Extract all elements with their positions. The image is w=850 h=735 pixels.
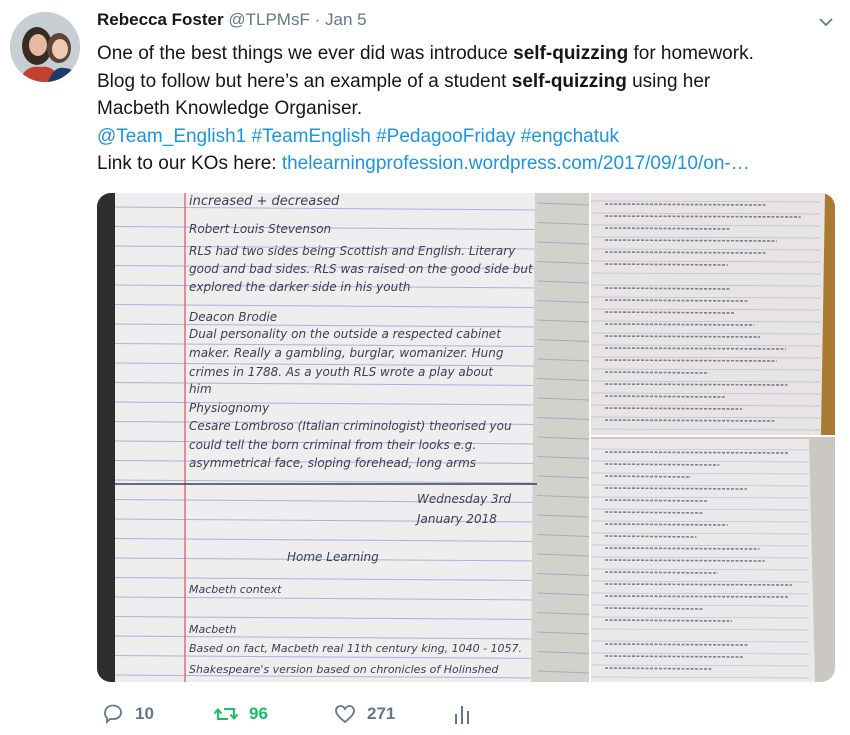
text-run: using her: [626, 70, 711, 92]
like-count: 271: [367, 704, 396, 723]
handwriting-stroke: [604, 655, 744, 658]
handwritten-line: Cesare Lombroso (Italian criminologist) …: [189, 419, 512, 433]
handwritten-line: maker. Really a gambling, burglar, woman…: [189, 346, 504, 360]
link-url[interactable]: thelearningprofession.wordpress.com/2017…: [282, 153, 750, 174]
handwritten-line: Based on fact, Macbeth real 11th century…: [189, 642, 522, 655]
handwritten-line: Physiognomy: [189, 401, 270, 415]
handwritten-line: Deacon Brodie: [189, 310, 277, 324]
handwritten-line: Robert Louis Stevenson: [189, 222, 331, 236]
top-right-photo[interactable]: [590, 193, 835, 435]
handwritten-line: him: [189, 382, 212, 396]
bold-text-run: self-quizzing: [513, 43, 629, 64]
handwritten-line: Wednesday 3rd: [417, 492, 512, 506]
bottom-right-photo[interactable]: [590, 437, 835, 682]
handwriting-stroke: [604, 451, 789, 454]
handwritten-line: RLS had two sides being Scottish and Eng…: [189, 244, 516, 258]
handwritten-line: Macbeth: [189, 623, 236, 636]
handwritten-line: Macbeth context: [189, 583, 282, 596]
handwritten-line: January 2018: [415, 512, 497, 526]
avatar[interactable]: [10, 12, 80, 82]
handwritten-line: increased + decreased: [189, 194, 340, 209]
tweet-date[interactable]: Jan 5: [325, 10, 367, 29]
tweet-text: One of the best things we ever did was i…: [97, 40, 832, 178]
hashtags-line[interactable]: @Team_English1 #TeamEnglish #PedagooFrid…: [97, 123, 832, 151]
handwriting-stroke: [604, 347, 787, 350]
handwriting-stroke: [604, 535, 697, 538]
like-button[interactable]: 271: [333, 702, 395, 726]
handwritten-line: Shakespeare's version based on chronicle…: [189, 663, 499, 676]
handwriting-stroke: [604, 335, 761, 338]
main-photo[interactable]: increased + decreased Robert Louis Steven…: [97, 193, 590, 682]
avatar-photo: [10, 12, 80, 82]
handwriting-stroke: [604, 311, 735, 314]
handwriting-stroke: [604, 499, 709, 502]
handwriting-stroke: [604, 371, 709, 374]
tweet-header: Rebecca Foster @TLPMsF · Jan 5: [97, 10, 367, 30]
retweet-count: 96: [249, 704, 268, 723]
tweet-media[interactable]: increased + decreased Robert Louis Steven…: [97, 193, 835, 682]
handwritten-line: asymmetrical face, sloping forehead, lon…: [189, 456, 476, 470]
handwriting-stroke: [604, 523, 728, 526]
handwritten-line: good and bad sides. RLS was raised on th…: [189, 262, 534, 276]
reply-button[interactable]: 10: [101, 702, 154, 726]
tweet-line-3: Macbeth Knowledge Organiser.: [97, 98, 363, 119]
handwritten-line: Dual personality on the outside a respec…: [189, 327, 502, 341]
bold-text-run: self-quizzing: [511, 70, 627, 92]
handwritten-line: could tell the born criminal from their …: [189, 438, 476, 452]
handwriting-stroke: [604, 547, 760, 550]
heart-icon: [335, 705, 355, 724]
chevron-down-icon[interactable]: [818, 14, 834, 35]
analytics-icon: [455, 706, 469, 724]
author-name[interactable]: Rebecca Foster: [97, 10, 224, 29]
text-run: Link to our KOs here:: [97, 153, 282, 174]
handwritten-line: crimes in 1788. As a youth RLS wrote a p…: [189, 365, 494, 379]
text-run: Blog to follow but here’s an example of …: [97, 70, 512, 92]
tweet-line-2: Blog to follow but here’s an example of …: [97, 68, 832, 96]
analytics-button[interactable]: [453, 702, 473, 726]
tweet-line-1: One of the best things we ever did was i…: [97, 40, 832, 68]
retweet-button[interactable]: 96: [213, 702, 268, 726]
reply-icon: [104, 704, 122, 725]
media-photos: increased + decreased Robert Louis Steven…: [97, 193, 835, 682]
handwritten-line: Home Learning: [287, 550, 379, 564]
reply-count: 10: [135, 704, 154, 723]
header-separator: ·: [314, 10, 321, 29]
author-handle[interactable]: @TLPMsF: [228, 10, 309, 29]
text-run: for homework.: [628, 43, 754, 64]
handwriting-stroke: [604, 263, 728, 266]
link-line: Link to our KOs here: thelearningprofess…: [97, 150, 832, 178]
retweet-icon: [213, 708, 239, 720]
text-run: One of the best things we ever did was i…: [97, 43, 514, 64]
handwritten-line: explored the darker side in his youth: [189, 280, 411, 294]
handwriting-stroke: [604, 383, 788, 386]
